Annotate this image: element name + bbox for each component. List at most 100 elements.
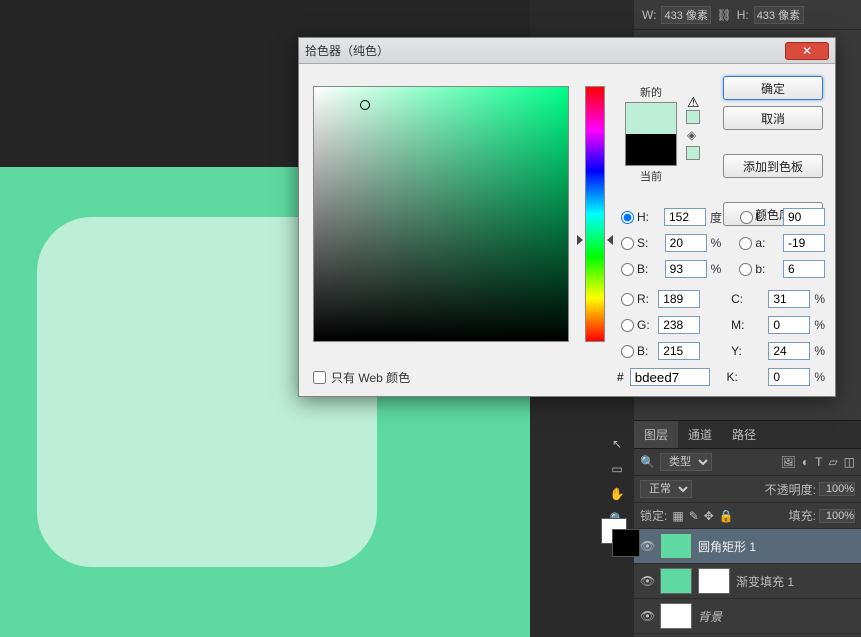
labb-label: b: <box>755 262 765 276</box>
tab-layers[interactable]: 图层 <box>634 421 678 448</box>
labb-input[interactable] <box>783 260 825 278</box>
visibility-icon[interactable]: 👁 <box>640 574 654 588</box>
hue-cursor-left[interactable] <box>577 235 583 245</box>
layer-name: 背景 <box>698 608 722 625</box>
hue-cursor-right[interactable] <box>607 235 613 245</box>
filter-type-select[interactable]: 类型 <box>660 453 712 471</box>
gamut-warning-swatch[interactable] <box>686 110 700 124</box>
layer-row-gradient-fill[interactable]: 👁 渐变填充 1 <box>634 564 861 599</box>
cancel-button[interactable]: 取消 <box>723 106 823 130</box>
filter-smart-icon[interactable]: ◫ <box>844 455 855 469</box>
hue-label: H: <box>637 210 649 224</box>
search-icon: 🔍 <box>640 455 655 469</box>
bri-label: B: <box>637 262 648 276</box>
sat-radio[interactable] <box>621 237 634 250</box>
l-label: L: <box>756 210 766 224</box>
labb-radio[interactable] <box>739 263 752 276</box>
a-radio[interactable] <box>739 237 752 250</box>
m-input[interactable] <box>768 316 810 334</box>
width-label: W: <box>642 8 656 22</box>
filter-type-icon[interactable]: T <box>815 455 822 469</box>
sat-unit: % <box>711 236 722 250</box>
saturation-brightness-field[interactable] <box>313 86 569 342</box>
k-unit: % <box>814 370 825 384</box>
filter-adjust-icon[interactable]: ◐ <box>802 455 809 469</box>
k-label: K: <box>726 370 737 384</box>
web-colors-only-label: 只有 Web 颜色 <box>331 369 410 386</box>
width-input[interactable] <box>661 6 711 24</box>
hand-tool-icon[interactable]: ✋ <box>606 483 628 505</box>
fill-input[interactable] <box>819 509 855 523</box>
m-label: M: <box>731 318 744 332</box>
hex-label: # <box>617 370 624 384</box>
blue-radio[interactable] <box>621 345 634 358</box>
k-input[interactable] <box>768 368 810 386</box>
layer-row-rounded-rect[interactable]: 👁 圆角矩形 1 <box>634 529 861 564</box>
layer-thumb <box>660 533 692 559</box>
lock-label: 锁定: <box>640 507 667 524</box>
lock-all-icon[interactable]: 🔒 <box>719 509 734 523</box>
hue-radio[interactable] <box>621 211 634 224</box>
l-input[interactable] <box>783 208 825 226</box>
y-unit: % <box>814 344 825 358</box>
height-label: H: <box>737 8 749 22</box>
cursor-tool-icon[interactable]: ↖ <box>606 433 628 455</box>
layer-thumb <box>660 568 692 594</box>
r-input[interactable] <box>658 290 700 308</box>
websafe-cube-icon[interactable]: ◈ <box>687 128 696 142</box>
filter-shape-icon[interactable]: ▱ <box>828 455 837 469</box>
gamut-warning-icon[interactable]: ⚠ <box>687 94 700 111</box>
g-input[interactable] <box>658 316 700 334</box>
current-color-swatch <box>626 134 676 165</box>
websafe-swatch[interactable] <box>686 146 700 160</box>
new-color-swatch <box>626 103 676 134</box>
current-color-label: 当前 <box>621 168 681 184</box>
rect-tool-icon[interactable]: ▭ <box>606 458 628 480</box>
opacity-input[interactable] <box>819 482 855 496</box>
bri-input[interactable] <box>665 260 707 278</box>
sat-input[interactable] <box>665 234 707 252</box>
c-label: C: <box>731 292 743 306</box>
a-label: a: <box>755 236 765 250</box>
bri-radio[interactable] <box>621 263 634 276</box>
tab-paths[interactable]: 路径 <box>722 421 766 448</box>
bri-unit: % <box>711 262 722 276</box>
close-button[interactable]: ✕ <box>785 42 829 60</box>
hex-input[interactable] <box>630 368 710 386</box>
lock-pixels-icon[interactable]: ▦ <box>672 509 683 523</box>
visibility-icon[interactable]: 👁 <box>640 539 654 553</box>
ok-button[interactable]: 确定 <box>723 76 823 100</box>
lock-paint-icon[interactable]: ✎ <box>689 509 699 523</box>
visibility-icon[interactable]: 👁 <box>640 609 654 623</box>
hue-input[interactable] <box>664 208 706 226</box>
foreground-background-swatch[interactable] <box>601 518 627 544</box>
web-colors-only-checkbox[interactable] <box>313 371 326 384</box>
layer-name: 圆角矩形 1 <box>698 538 756 555</box>
hue-slider[interactable] <box>585 86 605 342</box>
y-input[interactable] <box>768 342 810 360</box>
y-label: Y: <box>731 344 742 358</box>
sv-cursor[interactable] <box>360 100 370 110</box>
c-input[interactable] <box>768 290 810 308</box>
g-radio[interactable] <box>621 319 634 332</box>
g-label: G: <box>637 318 650 332</box>
blend-mode-select[interactable]: 正常 <box>640 480 692 498</box>
blue-input[interactable] <box>658 342 700 360</box>
color-compare-swatch[interactable] <box>625 102 677 166</box>
layer-name: 渐变填充 1 <box>736 573 794 590</box>
filter-image-icon[interactable]: 🖼 <box>781 455 796 469</box>
tab-channels[interactable]: 通道 <box>678 421 722 448</box>
lock-move-icon[interactable]: ✥ <box>704 509 714 523</box>
color-picker-dialog: 拾色器（纯色） ✕ 新的 当前 ⚠ ◈ 确定 取消 添加到色板 颜色库 <box>298 37 836 397</box>
layer-thumb <box>660 603 692 629</box>
add-swatch-button[interactable]: 添加到色板 <box>723 154 823 178</box>
r-radio[interactable] <box>621 293 634 306</box>
layer-row-background[interactable]: 👁 背景 <box>634 599 861 634</box>
link-icon[interactable]: ⛓ <box>716 8 731 22</box>
layer-mask-thumb <box>698 568 730 594</box>
opacity-label: 不透明度: <box>765 481 816 498</box>
height-input[interactable] <box>754 6 804 24</box>
fill-label: 填充: <box>789 507 816 524</box>
l-radio[interactable] <box>740 211 753 224</box>
a-input[interactable] <box>783 234 825 252</box>
